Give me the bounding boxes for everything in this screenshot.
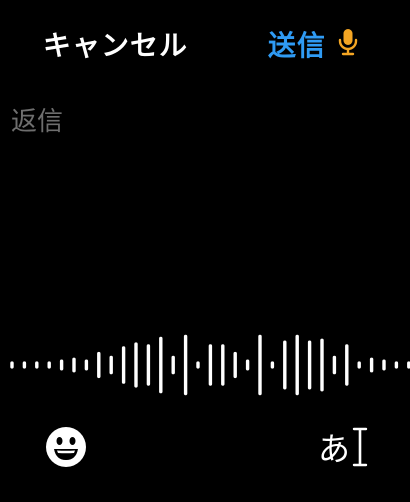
keyboard-button[interactable]: あ [318,424,368,470]
top-bar: キャンセル 送信 [0,0,410,90]
text-cursor-icon [352,427,368,467]
reply-placeholder[interactable]: 返信 [11,101,63,138]
cancel-button[interactable]: キャンセル [43,24,188,64]
keyboard-label: あ [318,430,351,468]
send-group: 送信 [268,24,358,64]
send-button[interactable]: 送信 [268,24,326,64]
voice-waveform [10,334,410,396]
smiley-face-icon[interactable] [45,426,87,468]
microphone-icon[interactable] [338,28,358,56]
